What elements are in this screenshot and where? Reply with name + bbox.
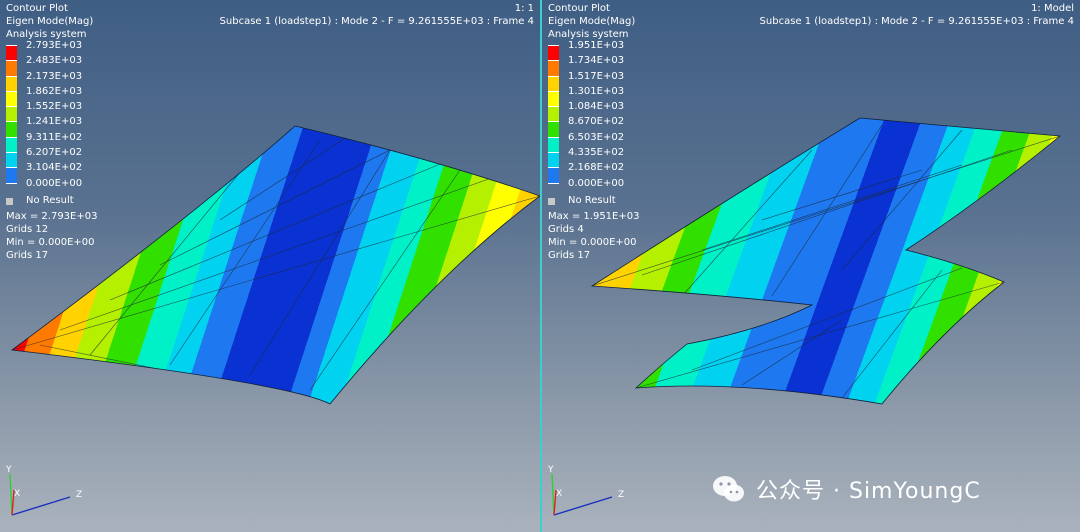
watermark-text: 公众号 · SimYoungC	[756, 479, 981, 504]
axis-label-x: X	[14, 489, 20, 499]
axis-label-z: Z	[618, 490, 624, 500]
hyperview-window: Contour Plot Eigen Mode(Mag) Analysis sy…	[0, 0, 1080, 532]
wechat-icon	[713, 476, 744, 502]
axis-label-x: X	[556, 489, 562, 499]
axis-label-y: Y	[547, 465, 554, 475]
axis-triad-left: Y X Z	[5, 465, 82, 516]
contour-mesh-left[interactable]	[0, 0, 540, 532]
contour-mesh-right[interactable]	[542, 0, 1080, 532]
viewport-left[interactable]: Contour Plot Eigen Mode(Mag) Analysis sy…	[0, 0, 540, 532]
axis-label-y: Y	[5, 465, 12, 475]
axis-triad-right: Y X Z	[547, 465, 624, 516]
axis-label-z: Z	[76, 490, 82, 500]
watermark: 公众号 · SimYoungC	[712, 472, 981, 506]
viewport-right[interactable]: Contour Plot Eigen Mode(Mag) Analysis sy…	[542, 0, 1080, 532]
